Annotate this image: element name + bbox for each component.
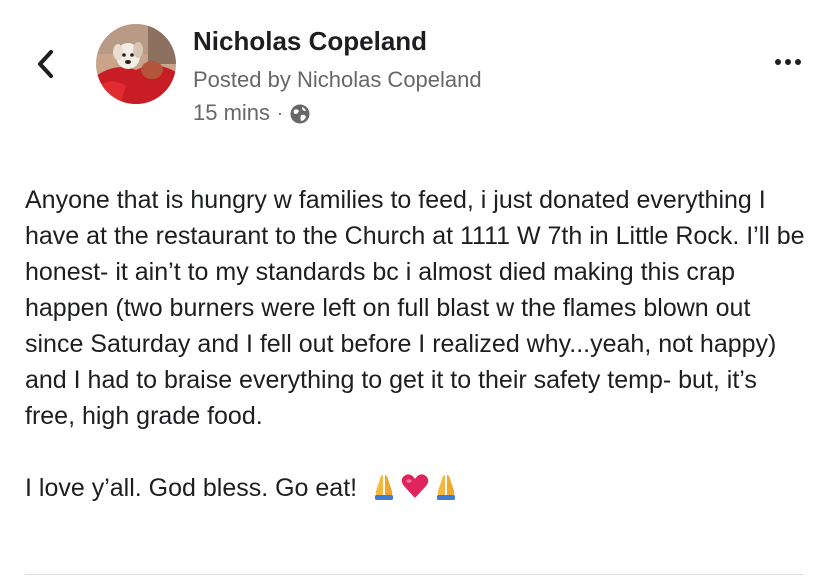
back-button[interactable] [28,44,64,84]
globe-icon[interactable] [289,103,311,125]
divider [25,574,803,575]
chevron-left-icon [38,50,53,78]
folded-hands-emoji [437,475,456,501]
meta-separator: · [277,102,284,123]
post-body: Anyone that is hungry w families to feed… [25,182,810,506]
posted-by-label: Posted by Nicholas Copeland [193,67,482,92]
red-heart-emoji [401,474,429,499]
post-paragraph: Anyone that is hungry w families to feed… [25,186,805,430]
more-options-icon [795,59,801,65]
post-paragraph: I love y’all. God bless. Go eat! [25,470,810,506]
post-meta: 15 mins · [193,99,311,127]
avatar[interactable] [96,24,176,104]
more-options-icon [775,59,781,65]
more-options-icon [785,59,791,65]
more-options-button[interactable] [766,50,810,74]
post-timestamp[interactable]: 15 mins [193,100,270,126]
author-name[interactable]: Nicholas Copeland [193,26,427,57]
folded-hands-emoji [375,475,394,501]
post-paragraph-text: I love y’all. God bless. Go eat! [25,474,358,502]
